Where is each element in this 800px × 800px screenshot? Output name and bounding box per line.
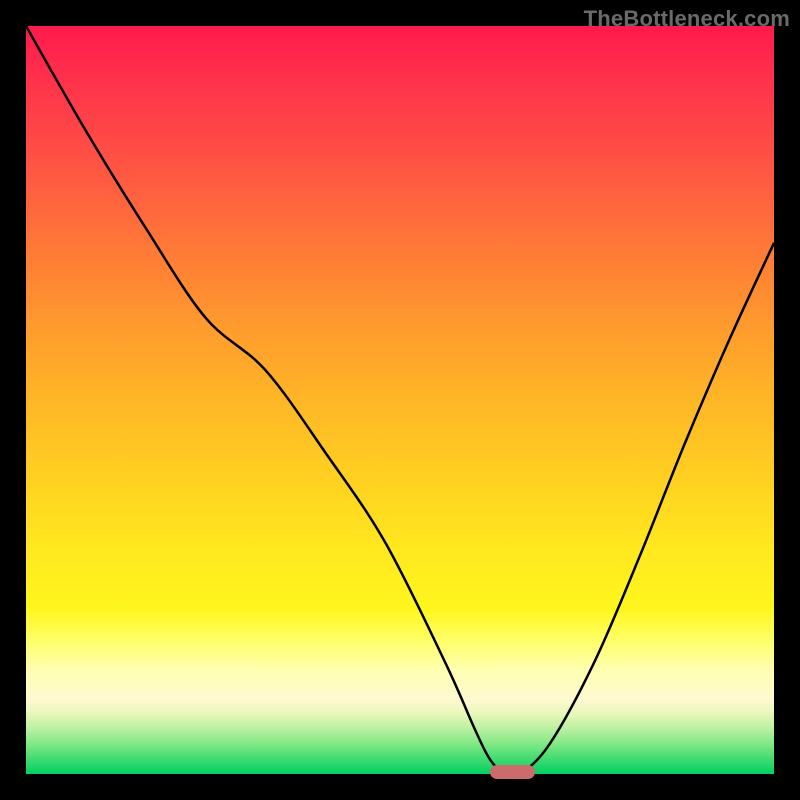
watermark-text: TheBottleneck.com [584,6,790,32]
plot-area [26,26,774,774]
chart-container: TheBottleneck.com [0,0,800,800]
bottleneck-curve [26,26,774,774]
optimal-marker [490,765,535,779]
